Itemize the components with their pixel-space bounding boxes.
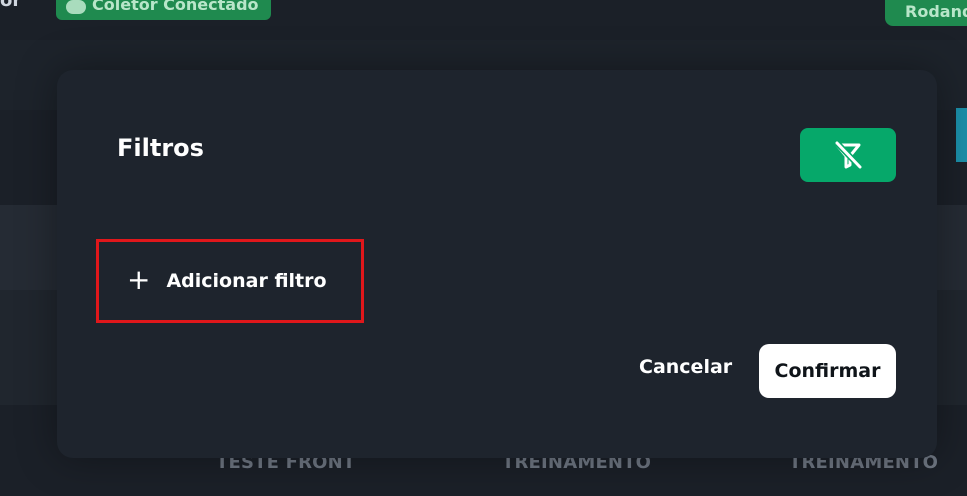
confirm-button[interactable]: Confirmar [759,344,896,398]
running-status-badge: Rodando [885,0,967,26]
app-page: or Coletor Conectado Rodando TESTE FRONT… [0,0,967,496]
filter-off-icon [834,140,863,170]
modal-title: Filtros [117,134,204,162]
add-filter-label: Adicionar filtro [166,270,327,292]
plus-icon: + [127,262,151,296]
cloud-check-icon [66,0,86,14]
filters-modal: Filtros + Adicionar filtro Cancelar Conf… [57,70,937,458]
collector-connected-label: Coletor Conectado [92,0,259,14]
app-logo-fragment: or [0,0,22,11]
add-filter-button[interactable]: + Adicionar filtro [127,262,327,296]
side-tab [956,108,967,162]
clear-filters-button[interactable] [800,128,896,182]
cancel-button[interactable]: Cancelar [639,356,732,386]
collector-connected-badge: Coletor Conectado [56,0,271,20]
